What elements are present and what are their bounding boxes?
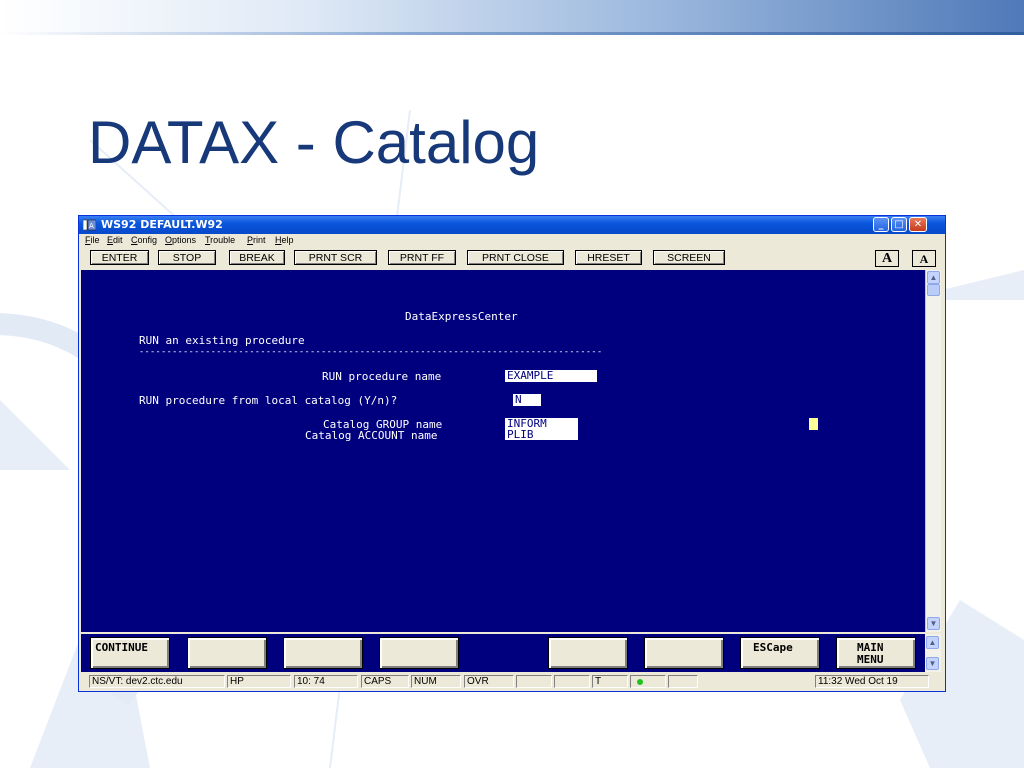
fkey-scroll-down-icon[interactable]: ▼: [926, 657, 939, 670]
font-smaller-button[interactable]: A: [912, 250, 936, 267]
menu-file[interactable]: File: [85, 235, 100, 245]
fkey-scroll-up-icon[interactable]: ▲: [926, 636, 939, 649]
window-title: WS92 DEFAULT.W92: [101, 218, 223, 231]
local-catalog-field[interactable]: N: [513, 394, 541, 406]
function-key-5[interactable]: [548, 637, 628, 669]
main-menu-key[interactable]: MAIN MENU: [836, 637, 916, 669]
status-empty-2: [554, 675, 590, 688]
close-icon: ✕: [913, 219, 923, 230]
slide-title: DATAX - Catalog: [88, 109, 540, 176]
status-empty-3: [668, 675, 698, 688]
escape-key[interactable]: ESCape: [740, 637, 820, 669]
stop-button[interactable]: STOP: [158, 250, 216, 265]
status-cursor-position: 10: 74: [294, 675, 358, 688]
toolbar: ENTER STOP BREAK PRNT SCR PRNT FF PRNT C…: [79, 247, 945, 269]
local-catalog-label: RUN procedure from local catalog (Y/n)?: [139, 394, 398, 407]
screen-button[interactable]: SCREEN: [653, 250, 725, 265]
function-key-3[interactable]: [283, 637, 363, 669]
status-caps: CAPS: [361, 675, 409, 688]
scroll-down-icon[interactable]: ▼: [927, 617, 940, 630]
status-num: NUM: [411, 675, 461, 688]
function-key-1[interactable]: CONTINUE: [90, 637, 170, 669]
hard-reset-button[interactable]: HRESET: [575, 250, 642, 265]
terminal-scrollbar[interactable]: ▲ ▼: [925, 270, 941, 632]
status-t-flag: T: [592, 675, 628, 688]
minimize-icon: _: [878, 219, 884, 230]
terminal-window: A WS92 DEFAULT.W92 _ □ ✕ File Edit Confi…: [78, 215, 946, 692]
screen-header: DataExpressCenter: [405, 310, 518, 323]
menu-help[interactable]: Help: [275, 235, 294, 245]
terminal-screen[interactable]: DataExpressCenter RUN an existing proced…: [81, 270, 925, 632]
text-cursor: [809, 418, 818, 430]
status-connection: NS/VT: dev2.ctc.edu: [89, 675, 225, 688]
menu-print[interactable]: Print: [247, 235, 266, 245]
online-indicator-icon: [637, 679, 643, 685]
close-button[interactable]: ✕: [909, 217, 927, 232]
print-screen-button[interactable]: PRNT SCR: [294, 250, 377, 265]
function-key-2[interactable]: [187, 637, 267, 669]
status-ovr: OVR: [464, 675, 514, 688]
print-form-feed-button[interactable]: PRNT FF: [388, 250, 456, 265]
function-key-bar: CONTINUE ESCape MAIN MENU: [81, 634, 925, 672]
catalog-account-label: Catalog ACCOUNT name: [305, 429, 438, 442]
svg-text:A: A: [89, 222, 94, 230]
menu-edit[interactable]: Edit: [107, 235, 123, 245]
enter-button[interactable]: ENTER: [90, 250, 149, 265]
status-online-cell: [630, 675, 666, 688]
menu-config[interactable]: Config: [131, 235, 157, 245]
function-key-6[interactable]: [644, 637, 724, 669]
minimize-button[interactable]: _: [873, 217, 889, 232]
status-clock: 11:32 Wed Oct 19: [815, 675, 929, 688]
screen-divider: ----------------------------------------…: [139, 347, 603, 357]
scroll-up-icon[interactable]: ▲: [927, 271, 940, 284]
status-empty-1: [516, 675, 552, 688]
function-key-4[interactable]: [379, 637, 459, 669]
break-button[interactable]: BREAK: [229, 250, 285, 265]
catalog-account-field[interactable]: PLIB: [505, 429, 578, 440]
menu-options[interactable]: Options: [165, 235, 196, 245]
print-close-button[interactable]: PRNT CLOSE: [467, 250, 564, 265]
menu-trouble[interactable]: Trouble: [205, 235, 235, 245]
font-larger-button[interactable]: A: [875, 250, 899, 267]
maximize-icon: □: [894, 219, 904, 230]
status-bar: NS/VT: dev2.ctc.edu HP 10: 74 CAPS NUM O…: [79, 673, 945, 691]
scroll-thumb[interactable]: [927, 284, 940, 296]
window-titlebar[interactable]: A WS92 DEFAULT.W92 _ □ ✕: [79, 216, 945, 234]
status-terminal-type: HP: [227, 675, 291, 688]
procedure-name-field[interactable]: EXAMPLE: [505, 370, 597, 382]
procedure-name-label: RUN procedure name: [322, 370, 442, 383]
function-key-scrollbar[interactable]: ▲ ▼: [925, 634, 941, 672]
menu-bar: File Edit Config Options Trouble Print H…: [79, 234, 945, 247]
app-icon: A: [83, 219, 96, 231]
maximize-button[interactable]: □: [891, 217, 907, 232]
